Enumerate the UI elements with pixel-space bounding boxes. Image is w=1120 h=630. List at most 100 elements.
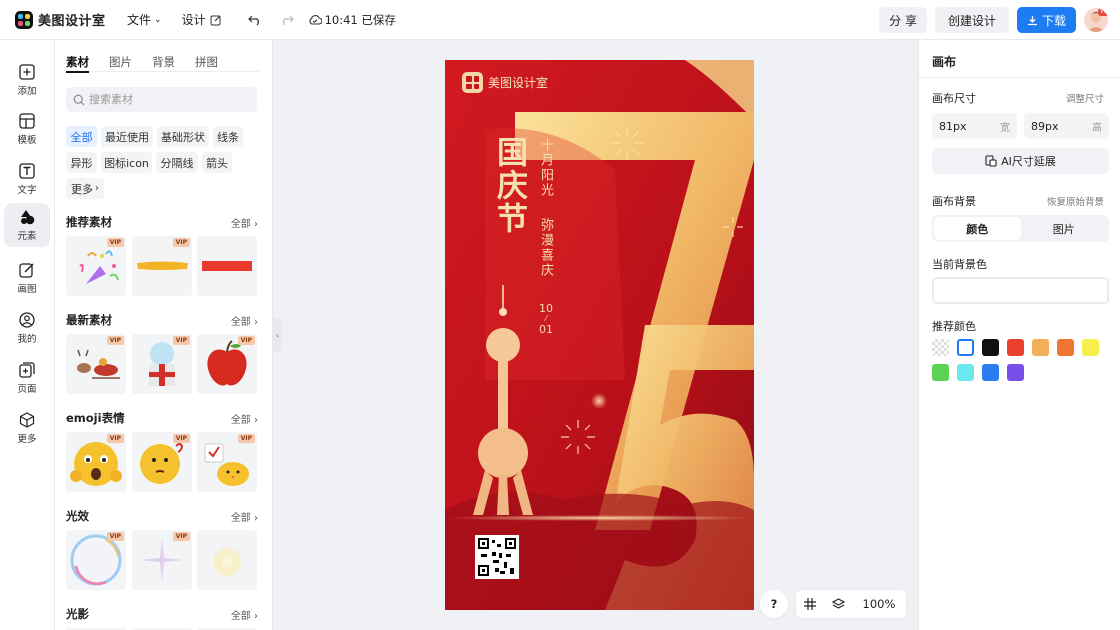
filter-more[interactable]: 更多 › (66, 178, 104, 199)
tab-material[interactable]: 素材 (66, 54, 89, 73)
left-nav: 添加 模板 文字 元素 画图 我的 页面 更多 (0, 40, 55, 630)
nav-add[interactable]: 添加 (4, 58, 50, 102)
material-red-bar[interactable] (197, 236, 257, 296)
red-bar-image (202, 261, 252, 271)
design-canvas[interactable]: 美图设计室 国庆节 十月阳光 弥漫喜庆 10 ⁄ 01 (445, 60, 754, 610)
material-chick-emoji[interactable]: VIP (197, 432, 257, 492)
app-logo[interactable]: 美图设计室 (15, 10, 119, 29)
undo-button[interactable] (244, 9, 266, 31)
filter-basic-shapes[interactable]: 基础形状 (157, 126, 209, 147)
grid-toggle-button[interactable] (796, 590, 824, 618)
divider (919, 77, 1120, 78)
see-all-light-shadow[interactable]: 全部 › (231, 607, 258, 622)
zoom-level[interactable]: 100% (852, 590, 906, 618)
material-yellow-brush[interactable]: VIP (132, 236, 192, 296)
collapse-panel-button[interactable]: ‹ (273, 318, 282, 352)
swatch-yellow[interactable] (1082, 339, 1099, 356)
top-bar: 美图设计室 文件 ⌄ 设计 10:41 已保存 分 享 创建设计 下载 VIP (0, 0, 1120, 40)
poster-date: 10 ⁄ 01 (536, 303, 556, 335)
download-button[interactable]: 下载 (1016, 7, 1076, 33)
poster-brand: 美图设计室 (462, 72, 548, 93)
vip-badge: VIP (172, 238, 190, 247)
width-unit: 宽 (1000, 122, 1010, 134)
see-all-recommended[interactable]: 全部 › (231, 215, 258, 230)
swatch-blue[interactable] (982, 364, 999, 381)
bg-type-image[interactable]: 图片 (1021, 217, 1108, 240)
filter-icons[interactable]: 图标icon (101, 152, 152, 173)
nav-mine-label: 我的 (17, 333, 37, 345)
nav-element[interactable]: 元素 (4, 203, 50, 247)
swatch-purple[interactable] (1007, 364, 1024, 381)
swatch-white[interactable] (957, 339, 974, 356)
see-all-light-effects[interactable]: 全部 › (231, 509, 258, 524)
chevron-down-icon: ⌄ (154, 14, 162, 25)
filter-lines[interactable]: 线条 (213, 126, 243, 147)
material-glow-dot[interactable] (197, 530, 257, 590)
swatch-black[interactable] (982, 339, 999, 356)
filter-all[interactable]: 全部 (66, 126, 97, 147)
swatch-red[interactable] (1007, 339, 1024, 356)
swatch-green[interactable] (932, 364, 949, 381)
material-red-apple[interactable]: VIP (197, 334, 257, 394)
material-search[interactable] (66, 87, 257, 112)
material-bubble-ring[interactable]: VIP (66, 530, 126, 590)
nav-text[interactable]: 文字 (4, 157, 50, 201)
swatch-orange[interactable] (1057, 339, 1074, 356)
nav-add-label: 添加 (17, 85, 37, 97)
height-field[interactable]: 89px 高 (1024, 113, 1109, 139)
design-menu-label: 设计 (181, 13, 206, 27)
material-gift-snowglobe[interactable]: VIP (132, 334, 192, 394)
filter-more-label: 更多 (71, 182, 93, 196)
nav-more[interactable]: 更多 (4, 406, 50, 450)
cube-icon (19, 411, 35, 428)
material-star-sparkle[interactable]: VIP (132, 530, 192, 590)
design-menu[interactable]: 设计 (182, 11, 222, 28)
ai-resize-button[interactable]: AI尺寸延展 (932, 148, 1109, 174)
chevron-left-icon: ‹ (275, 330, 280, 340)
filter-recent[interactable]: 最近使用 (101, 126, 153, 147)
tab-image[interactable]: 图片 (109, 54, 132, 72)
swatch-cyan[interactable] (957, 364, 974, 381)
material-thinking-emoji[interactable]: VIP (132, 432, 192, 492)
redo-button[interactable] (276, 9, 298, 31)
file-menu[interactable]: 文件 ⌄ (127, 11, 162, 28)
material-shocked-emoji[interactable]: VIP (66, 432, 126, 492)
swatch-transparent[interactable] (932, 339, 949, 356)
width-field[interactable]: 81px 宽 (932, 113, 1017, 139)
resize-link[interactable]: 调整尺寸 (1066, 91, 1104, 105)
cloud-check-icon (308, 15, 322, 25)
tab-collage[interactable]: 拼图 (195, 54, 218, 72)
bg-type-color[interactable]: 颜色 (934, 217, 1021, 240)
redo-icon (282, 15, 294, 25)
plus-square-icon (19, 63, 35, 80)
nav-mine[interactable]: 我的 (4, 306, 50, 350)
search-input[interactable] (89, 93, 239, 106)
filter-irregular[interactable]: 异形 (66, 152, 97, 173)
nav-template[interactable]: 模板 (4, 107, 50, 151)
poster-logo-icon (462, 72, 483, 93)
height-value: 89px (1031, 119, 1059, 133)
share-button[interactable]: 分 享 (879, 7, 927, 33)
filter-divider[interactable]: 分隔线 (156, 152, 198, 173)
filter-arrow[interactable]: 箭头 (202, 152, 232, 173)
avatar[interactable]: VIP (1084, 8, 1108, 32)
see-all-latest[interactable]: 全部 › (231, 313, 258, 328)
poster-title: 国庆节 (491, 136, 527, 235)
help-button[interactable]: ? (760, 590, 788, 618)
tab-background[interactable]: 背景 (152, 54, 175, 72)
nav-page[interactable]: 页面 (4, 356, 50, 400)
see-all-label: 全部 (230, 611, 251, 622)
swatch-light-orange[interactable] (1032, 339, 1049, 356)
layers-button[interactable] (824, 590, 852, 618)
create-design-button[interactable]: 创建设计 (934, 7, 1009, 33)
material-tabs: 素材 图片 背景 拼图 (66, 54, 259, 73)
material-reindeer-sleigh[interactable]: VIP (66, 334, 126, 394)
current-bg-color[interactable] (932, 277, 1109, 304)
page-add-icon (19, 361, 35, 378)
logo-icon (15, 10, 33, 29)
nav-draw[interactable]: 画图 (4, 256, 50, 300)
restore-bg-link[interactable]: 恢复原始背景 (1047, 194, 1104, 208)
user-icon (19, 311, 35, 328)
see-all-emoji[interactable]: 全部 › (231, 411, 258, 426)
material-confetti-popper[interactable]: VIP (66, 236, 126, 296)
